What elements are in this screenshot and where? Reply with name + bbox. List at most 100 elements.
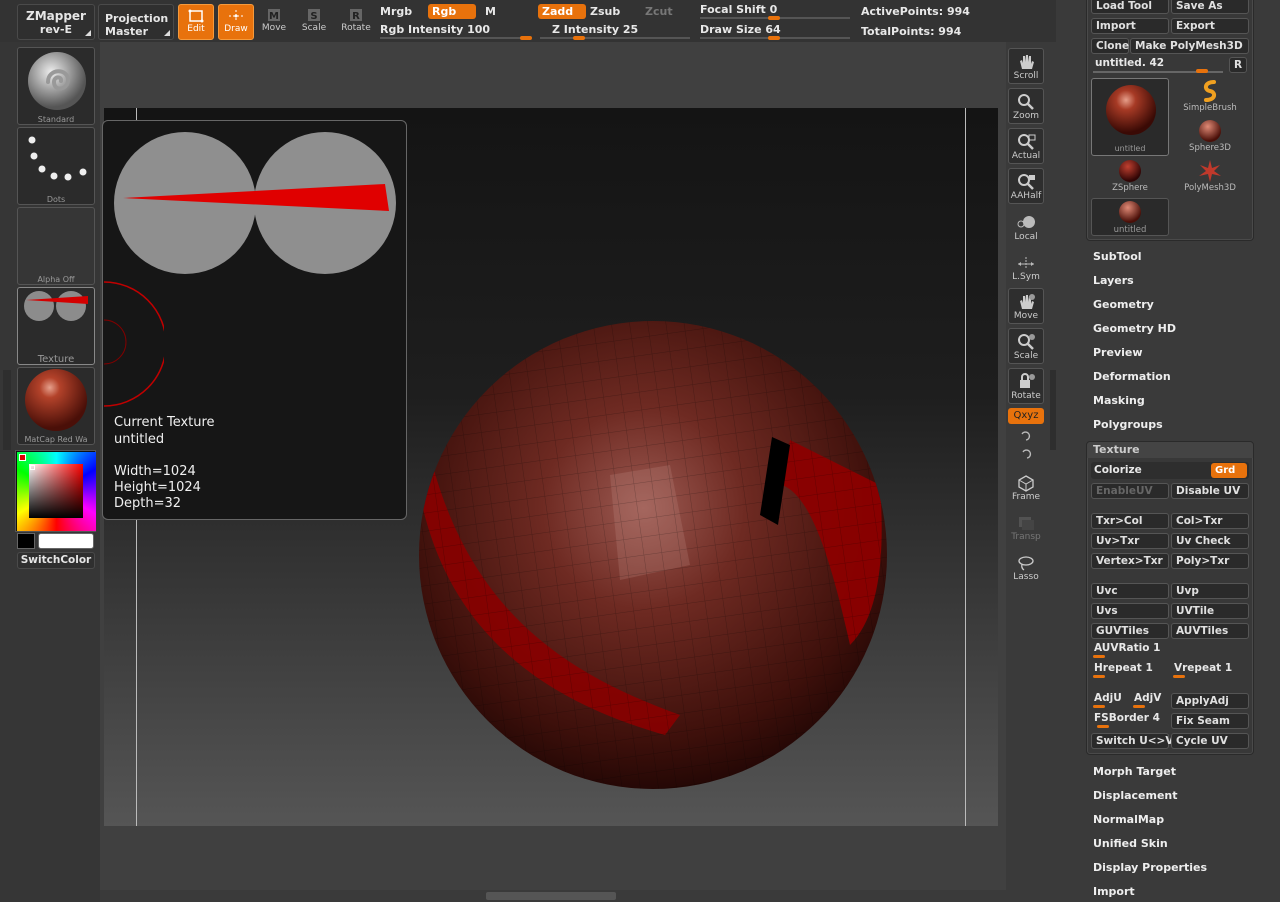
zmapper-button[interactable]: ZMapper rev-E [17, 4, 95, 40]
disable-uv-button[interactable]: Disable UV [1171, 483, 1249, 499]
z-intensity-track[interactable] [540, 37, 690, 39]
adju-knob[interactable] [1093, 705, 1105, 708]
tool-sphere3d[interactable]: Sphere3D [1172, 118, 1248, 156]
z-intensity-slider[interactable]: Z Intensity 25 [552, 23, 638, 36]
adjv-knob[interactable] [1133, 705, 1145, 708]
focal-shift-knob[interactable] [768, 16, 780, 20]
menu-unified-skin[interactable]: Unified Skin [1093, 837, 1168, 850]
rotate-view-button[interactable]: Rotate [1008, 368, 1044, 404]
sphere-mesh[interactable] [410, 315, 895, 795]
auvratio-slider[interactable]: AUVRatio 1 [1094, 642, 1160, 654]
xyz-button[interactable]: Qxyz [1008, 408, 1044, 424]
scroll-button[interactable]: Scroll [1008, 48, 1044, 84]
zoom-button[interactable]: Zoom [1008, 88, 1044, 124]
applyadj-button[interactable]: ApplyAdj [1171, 693, 1249, 709]
tool-polymesh3d[interactable]: PolyMesh3D [1172, 158, 1248, 196]
m-button[interactable]: M [485, 5, 496, 18]
menu-import[interactable]: Import [1093, 885, 1135, 898]
move-view-button[interactable]: Move [1008, 288, 1044, 324]
scale-mode-button[interactable]: S Scale [296, 4, 332, 40]
bottom-shelf-handle[interactable] [486, 892, 616, 900]
alpha-off-tile[interactable]: Alpha Off [17, 207, 95, 285]
rotation-axis-icon[interactable] [1018, 428, 1034, 462]
color-picker[interactable] [15, 450, 96, 532]
col-txr-button[interactable]: Col>Txr [1171, 513, 1249, 529]
rgb-button[interactable]: Rgb [428, 4, 476, 19]
move-mode-button[interactable]: M Move [256, 4, 292, 40]
zadd-button[interactable]: Zadd [538, 4, 586, 19]
fsborder-knob[interactable] [1097, 725, 1109, 728]
texture-tile[interactable]: Texture [17, 287, 95, 365]
colorize-toggle[interactable]: Colorize [1094, 464, 1142, 476]
tool-slider-knob[interactable] [1196, 69, 1208, 73]
draw-mode-button[interactable]: Draw [218, 4, 254, 40]
menu-masking[interactable]: Masking [1093, 394, 1145, 407]
cycle-uv-button[interactable]: Cycle UV [1171, 733, 1249, 749]
uvp-button[interactable]: Uvp [1171, 583, 1249, 599]
projection-master-button[interactable]: Projection Master [98, 4, 174, 40]
menu-subtool[interactable]: SubTool [1093, 250, 1142, 263]
scale-view-button[interactable]: Scale [1008, 328, 1044, 364]
menu-layers[interactable]: Layers [1093, 274, 1134, 287]
save-as-button[interactable]: Save As [1171, 0, 1249, 14]
make-polymesh-button[interactable]: Make PolyMesh3D [1130, 38, 1249, 54]
draw-size-slider[interactable]: Draw Size 64 [700, 23, 781, 36]
clone-button[interactable]: Clone [1091, 38, 1129, 54]
auvratio-knob[interactable] [1093, 655, 1105, 658]
tool-simplebrush[interactable]: SimpleBrush [1172, 78, 1248, 116]
fsborder-slider[interactable]: FSBorder 4 [1094, 712, 1160, 724]
transp-button[interactable]: Transp [1008, 510, 1044, 546]
lasso-button[interactable]: Lasso [1008, 550, 1044, 586]
load-tool-button[interactable]: Load Tool [1091, 0, 1169, 14]
focal-shift-slider[interactable]: Focal Shift 0 [700, 3, 777, 16]
menu-polygroups[interactable]: Polygroups [1093, 418, 1163, 431]
lsym-button[interactable]: L.Sym [1008, 250, 1044, 286]
adjv-slider[interactable]: AdjV [1134, 692, 1161, 704]
hrepeat-knob[interactable] [1093, 675, 1105, 678]
vrepeat-knob[interactable] [1173, 675, 1185, 678]
secondary-color-swatch[interactable] [17, 533, 35, 549]
r-button[interactable]: R [1229, 57, 1247, 73]
rotate-mode-button[interactable]: R Rotate [338, 4, 374, 40]
main-color-swatch-large[interactable] [38, 533, 94, 549]
tool-untitled-large[interactable]: untitled [1091, 78, 1169, 156]
mrgb-button[interactable]: Mrgb [380, 5, 412, 18]
stroke-dots-tile[interactable]: Dots [17, 127, 95, 205]
uvc-button[interactable]: Uvc [1091, 583, 1169, 599]
zsub-button[interactable]: Zsub [590, 5, 620, 18]
left-shelf-handle[interactable] [3, 370, 11, 450]
vertex-txr-button[interactable]: Vertex>Txr [1091, 553, 1169, 569]
draw-size-knob[interactable] [768, 36, 780, 40]
tool-zsphere[interactable]: ZSphere [1092, 158, 1168, 196]
uvs-button[interactable]: Uvs [1091, 603, 1169, 619]
auvtiles-button[interactable]: AUVTiles [1171, 623, 1249, 639]
rgb-intensity-track[interactable] [380, 37, 530, 39]
aahalf-button[interactable]: AAHalf [1008, 168, 1044, 204]
export-tool-button[interactable]: Export [1171, 18, 1249, 34]
rgb-intensity-knob[interactable] [520, 36, 532, 40]
z-intensity-knob[interactable] [573, 36, 585, 40]
menu-normalmap[interactable]: NormalMap [1093, 813, 1164, 826]
tool-untitled-small[interactable]: untitled [1091, 198, 1169, 236]
uvtile-button[interactable]: UVTile [1171, 603, 1249, 619]
menu-display-properties[interactable]: Display Properties [1093, 861, 1207, 874]
edit-mode-button[interactable]: Edit [178, 4, 214, 40]
main-color-swatch[interactable] [19, 454, 26, 461]
material-tile[interactable]: MatCap Red Wa [17, 367, 95, 445]
switch-color-button[interactable]: SwitchColor [17, 552, 95, 569]
menu-deformation[interactable]: Deformation [1093, 370, 1171, 383]
menu-geometry-hd[interactable]: Geometry HD [1093, 322, 1176, 335]
hrepeat-slider[interactable]: Hrepeat 1 [1094, 662, 1153, 674]
frame-button[interactable]: Frame [1008, 470, 1044, 506]
menu-geometry[interactable]: Geometry [1093, 298, 1154, 311]
switch-uv-button[interactable]: Switch U<>V [1091, 733, 1173, 749]
grd-button[interactable]: Grd [1211, 463, 1247, 478]
fix-seam-button[interactable]: Fix Seam [1171, 713, 1249, 729]
actual-button[interactable]: Actual [1008, 128, 1044, 164]
adju-slider[interactable]: AdjU [1094, 692, 1122, 704]
local-button[interactable]: Local [1008, 210, 1044, 246]
vrepeat-slider[interactable]: Vrepeat 1 [1174, 662, 1232, 674]
menu-displacement[interactable]: Displacement [1093, 789, 1178, 802]
import-tool-button[interactable]: Import [1091, 18, 1169, 34]
enable-uv-button[interactable]: EnableUV [1091, 483, 1169, 499]
